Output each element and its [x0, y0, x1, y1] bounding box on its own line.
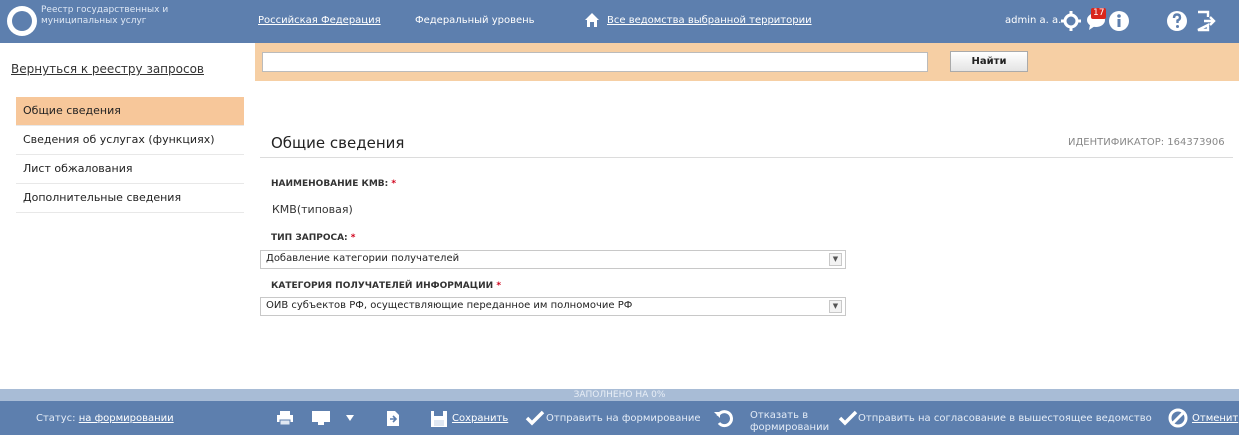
logo-icon[interactable]: [7, 6, 37, 36]
sidebar-item-services[interactable]: Сведения об услугах (функциях): [16, 126, 244, 155]
sidebar-item-appeal[interactable]: Лист обжалования: [16, 155, 244, 184]
notification-badge: 17: [1091, 8, 1107, 19]
section-title: Общие сведения: [271, 134, 405, 152]
chevron-down-icon[interactable]: [346, 415, 354, 421]
required-mark: *: [350, 233, 356, 243]
user-name[interactable]: admin a. a.: [1005, 15, 1061, 26]
print-icon[interactable]: [276, 410, 294, 426]
kmv-value: КМВ(типовая): [272, 203, 353, 216]
gear-icon[interactable]: [1060, 10, 1082, 32]
identifier-text: ИДЕНТИФИКАТОР: 164373906: [1068, 137, 1225, 148]
check-icon[interactable]: [525, 410, 545, 426]
request-type-select[interactable]: Добавление категории получателей ▼: [260, 250, 846, 269]
sidebar-item-additional[interactable]: Дополнительные сведения: [16, 184, 244, 213]
required-mark: *: [391, 179, 397, 189]
kmv-label: НАИМЕНОВАНИЕ КМВ: *: [271, 179, 396, 189]
refuse-line-2: формировании: [750, 422, 830, 433]
chevron-down-icon[interactable]: ▼: [829, 253, 842, 266]
category-label: КАТЕГОРИЯ ПОЛУЧАТЕЛЕЙ ИНФОРМАЦИИ *: [271, 281, 501, 291]
refuse-line-1: Отказать в: [750, 410, 809, 421]
status-link[interactable]: на формировании: [79, 413, 174, 424]
progress-bar: ЗАПОЛНЕНО НА 0%: [0, 389, 1239, 401]
chevron-down-icon[interactable]: ▼: [829, 300, 842, 313]
info-icon[interactable]: [1108, 10, 1130, 32]
category-label-text: КАТЕГОРИЯ ПОЛУЧАТЕЛЕЙ ИНФОРМАЦИИ: [271, 281, 494, 291]
help-icon[interactable]: [1166, 10, 1188, 32]
save-icon[interactable]: [430, 410, 448, 428]
refuse-button[interactable]: Отказать в формировании: [750, 410, 829, 434]
save-button[interactable]: Сохранить: [452, 413, 508, 424]
request-type-label-text: ТИП ЗАПРОСА:: [271, 233, 348, 243]
top-bar: Реестр государственных и муниципальных у…: [0, 0, 1239, 43]
request-type-label: ТИП ЗАПРОСА: *: [271, 233, 356, 243]
bottom-toolbar: Статус: на формировании Сохранить Отправ…: [0, 401, 1239, 435]
back-to-registry-link[interactable]: Вернуться к реестру запросов: [11, 62, 204, 76]
region-link[interactable]: Российская Федерация: [258, 15, 381, 26]
check-icon[interactable]: [838, 410, 858, 426]
status: Статус: на формировании: [36, 413, 174, 424]
monitor-icon[interactable]: [311, 410, 331, 426]
brand-title: Реестр государственных и муниципальных у…: [41, 5, 191, 27]
category-value: ОИВ субъектов РФ, осуществляющие передан…: [266, 300, 633, 311]
search-strip: Найти: [255, 43, 1239, 81]
status-label: Статус:: [36, 413, 76, 424]
send-forming-button[interactable]: Отправить на формирование: [546, 413, 701, 424]
cancel-icon[interactable]: [1168, 408, 1188, 428]
kmv-label-text: НАИМЕНОВАНИЕ КМВ:: [271, 179, 389, 189]
required-mark: *: [496, 281, 502, 291]
home-icon[interactable]: [584, 12, 600, 28]
divider: [260, 157, 1233, 158]
undo-icon[interactable]: [713, 408, 733, 428]
sidebar-nav: Общие сведения Сведения об услугах (функ…: [16, 97, 244, 213]
export-file-icon[interactable]: [386, 410, 400, 427]
logout-icon[interactable]: [1195, 10, 1217, 32]
brand-line-2: муниципальных услуг: [41, 16, 147, 26]
sidebar-item-general[interactable]: Общие сведения: [16, 97, 244, 126]
cancel-button[interactable]: Отменит: [1192, 413, 1238, 424]
request-type-value: Добавление категории получателей: [266, 253, 460, 264]
agencies-link[interactable]: Все ведомства выбранной территории: [607, 15, 812, 26]
category-select[interactable]: ОИВ субъектов РФ, осуществляющие передан…: [260, 297, 846, 316]
brand-line-1: Реестр государственных и: [41, 5, 169, 15]
find-button[interactable]: Найти: [950, 51, 1028, 72]
search-input[interactable]: [262, 52, 928, 72]
level-label[interactable]: Федеральный уровень: [415, 15, 535, 26]
send-approval-button[interactable]: Отправить на согласование в вышестоящее …: [858, 413, 1152, 424]
